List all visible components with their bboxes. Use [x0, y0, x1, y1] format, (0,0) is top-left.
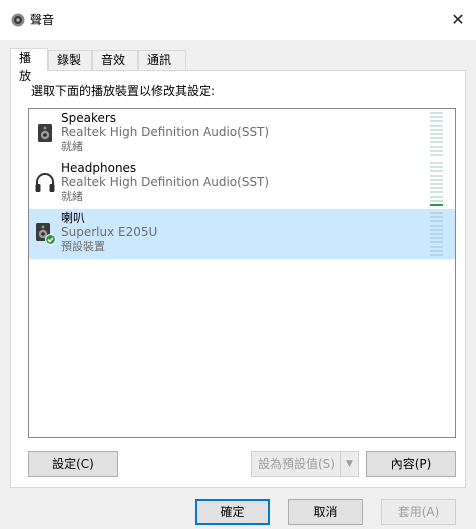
- headphones-icon: [35, 173, 55, 192]
- device-name: Speakers: [61, 111, 117, 125]
- window-title: 聲音: [30, 13, 55, 27]
- sound-dialog: 聲音 ✕ 播放 錄製 音效 通訊 選取下面的播放裝置以修改其設定: Speake…: [0, 0, 476, 529]
- meter-segment: [430, 124, 443, 127]
- meter-segment: [430, 241, 443, 244]
- speaker-icon: [38, 124, 52, 142]
- sound-icon: [11, 13, 25, 27]
- meter-segment: [430, 182, 443, 185]
- meter-segment: [430, 220, 443, 223]
- set-default-button[interactable]: 設為預設值(S) ▼: [251, 451, 359, 477]
- meter-segment: [430, 199, 443, 202]
- title-bar[interactable]: 聲音 ✕: [0, 0, 476, 40]
- playback-panel: 選取下面的播放裝置以修改其設定: Speakers Realtek High D…: [10, 70, 466, 488]
- meter-segment: [430, 216, 443, 219]
- tab-communications[interactable]: 通訊: [138, 50, 186, 70]
- level-meter: [430, 112, 443, 156]
- meter-segment: [430, 166, 443, 169]
- meter-segment: [430, 237, 443, 240]
- meter-segment: [430, 228, 443, 231]
- meter-segment: [430, 191, 443, 194]
- meter-segment: [430, 212, 443, 214]
- meter-segment: [430, 149, 443, 152]
- speaker-default-icon: [36, 223, 56, 245]
- set-default-label: 設為預設值(S): [258, 457, 335, 471]
- device-name: 喇叭: [61, 211, 86, 225]
- meter-segment: [430, 224, 443, 227]
- device-driver: Realtek High Definition Audio(SST): [61, 175, 270, 189]
- meter-segment: [430, 145, 443, 148]
- tab-sounds[interactable]: 音效: [92, 50, 138, 70]
- chevron-down-icon[interactable]: ▼: [340, 452, 358, 476]
- level-meter: [430, 212, 443, 256]
- meter-segment: [430, 137, 443, 140]
- meter-segment: [430, 132, 443, 135]
- device-status: 就緒: [61, 140, 83, 153]
- device-driver: Superlux E205U: [61, 225, 158, 239]
- meter-segment: [430, 112, 443, 114]
- device-driver: Realtek High Definition Audio(SST): [61, 125, 270, 139]
- instruction-text: 選取下面的播放裝置以修改其設定:: [31, 84, 216, 98]
- meter-segment: [430, 116, 443, 119]
- close-button[interactable]: ✕: [446, 8, 470, 32]
- tab-playback[interactable]: 播放: [10, 48, 48, 83]
- meter-segment: [430, 203, 443, 206]
- meter-segment: [430, 174, 443, 177]
- properties-button[interactable]: 內容(P): [366, 451, 456, 477]
- meter-segment: [430, 195, 443, 198]
- device-name: Headphones: [61, 161, 137, 175]
- device-item-headphones[interactable]: Headphones Realtek High Definition Audio…: [29, 159, 455, 209]
- meter-segment: [430, 187, 443, 190]
- meter-segment: [430, 170, 443, 173]
- tab-recording[interactable]: 錄製: [48, 50, 92, 70]
- meter-segment: [430, 153, 443, 156]
- device-list[interactable]: Speakers Realtek High Definition Audio(S…: [28, 108, 456, 438]
- device-item-speaker-default[interactable]: 喇叭 Superlux E205U 預設裝置: [29, 209, 455, 259]
- meter-segment: [430, 141, 443, 144]
- meter-segment: [430, 249, 443, 252]
- ok-button[interactable]: 確定: [195, 499, 270, 525]
- device-item-speakers[interactable]: Speakers Realtek High Definition Audio(S…: [29, 109, 455, 159]
- meter-segment: [430, 253, 443, 256]
- meter-segment: [430, 178, 443, 181]
- device-status: 預設裝置: [61, 240, 105, 253]
- configure-button[interactable]: 設定(C): [28, 451, 118, 477]
- meter-segment: [430, 120, 443, 123]
- cancel-button[interactable]: 取消: [288, 499, 363, 525]
- meter-segment: [430, 245, 443, 248]
- meter-segment: [430, 162, 443, 164]
- meter-segment: [430, 128, 443, 131]
- level-meter: [430, 162, 443, 206]
- meter-segment: [430, 232, 443, 235]
- device-status: 就緒: [61, 190, 83, 203]
- apply-button[interactable]: 套用(A): [381, 499, 456, 525]
